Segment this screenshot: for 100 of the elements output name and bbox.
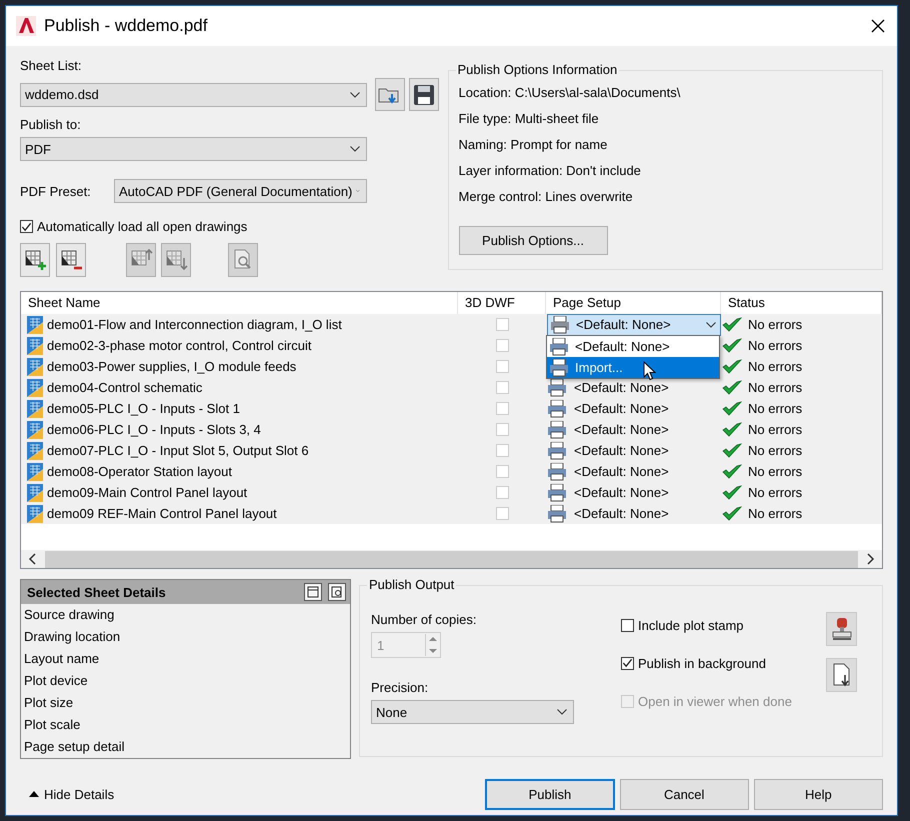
hide-details-link[interactable]: Hide Details [29,786,480,802]
info-line: Naming: Prompt for name [458,137,608,154]
status-text: No errors [748,380,802,395]
checkmark-icon [722,338,742,354]
group-title: Publish Output [367,577,456,592]
menu-item[interactable]: <Default: None> [547,336,719,357]
load-sheet-list-button[interactable] [375,78,405,111]
stamp-icon [830,617,852,641]
sheet-name: demo07-PLC I_O - Input Slot 5, Output Slot 6 [47,443,309,458]
info-line: File type: Multi-sheet file [458,111,599,128]
sheet-icon [27,316,43,334]
printer-icon [547,442,567,460]
scrollbar-thumb[interactable] [45,550,858,568]
sheet-name: demo03-Power supplies, I_O module feeds [47,359,296,374]
chevron-down-icon [557,709,567,715]
remove-sheet-icon [59,248,83,272]
sheet-icon [27,484,43,502]
status-text: No errors [748,359,802,374]
sheet-icon [27,462,43,480]
status-text: No errors [748,422,802,437]
sheet-name: demo04-Control schematic [47,380,202,395]
checkmark-icon [722,422,742,438]
page-setup-name: <Default: None> [574,401,669,416]
page-setup-name: <Default: None> [574,464,669,479]
status-text: No errors [748,317,802,332]
page-setup-dropdown[interactable]: <Default: None> [547,314,721,336]
app-logo-icon [16,16,36,36]
checkmark-icon [722,400,742,416]
group-title: Publish Options Information [456,62,620,77]
status-text: No errors [748,464,802,479]
save-button[interactable] [409,78,439,111]
help-button[interactable]: Help [754,778,883,810]
close-icon[interactable] [871,19,885,33]
save-icon [413,84,435,106]
checkmark-icon [722,380,742,396]
detail-label: Drawing location [23,628,122,646]
info-line: Location: C:\Users\al-sala\Documents\ [458,85,680,102]
sheet-list-dropdown[interactable]: wddemo.dsd [20,82,367,106]
field-label: Publish to: [20,117,82,132]
background-publish-button[interactable] [826,658,857,692]
plot-stamp-button[interactable] [826,612,857,646]
preview-icon[interactable] [328,583,346,601]
sheet-icon [27,378,43,396]
window-icon[interactable] [304,583,322,601]
detail-label: Source drawing [23,606,116,624]
printer-icon [547,462,567,480]
page-setup-name: <Default: None> [574,443,669,458]
detail-label: Plot scale [23,716,82,734]
field-label: Number of copies: [371,612,478,627]
sheet-icon [27,358,43,376]
checkbox[interactable] [20,220,33,233]
sheet-name: demo09 REF-Main Control Panel layout [47,506,277,521]
sheet-icon [27,420,43,438]
pdf-preset-dropdown[interactable]: AutoCAD PDF (General Documentation) [114,179,367,203]
checkbox[interactable] [621,656,634,670]
window-title: Publish - wddemo.pdf [44,16,208,36]
field-label: Precision: [371,680,430,695]
publish-button[interactable]: Publish [485,778,615,810]
document-download-icon [830,663,852,687]
printer-icon [547,400,567,418]
cancel-button[interactable]: Cancel [620,778,749,810]
checkmark-icon [722,316,742,332]
triangle-up-icon [29,791,39,797]
add-sheet-icon [23,248,47,272]
page-setup-name: <Default: None> [574,485,669,500]
status-text: No errors [748,401,802,416]
add-sheets-button[interactable] [20,243,50,277]
status-text: No errors [748,338,802,353]
detail-label: Plot device [23,672,89,690]
panel-title: Selected Sheet Details [27,584,167,600]
info-line: Merge control: Lines overwrite [458,189,633,206]
checkbox-label: Publish in background [638,656,766,670]
precision-dropdown[interactable]: None [371,700,574,724]
publish-to-dropdown[interactable]: PDF [20,137,367,161]
remove-sheets-button[interactable] [56,243,86,277]
page-setup-name: <Default: None> [574,506,669,521]
printer-icon [547,420,567,438]
move-down-icon [164,248,188,272]
publish-options-button[interactable]: Publish Options... [458,226,608,255]
sheet-name: demo05-PLC I_O - Inputs - Slot 1 [47,401,240,416]
sheet-name: demo01-Flow and Interconnection diagram, I_O list [47,317,342,332]
sheet-name: demo02-3-phase motor control, Control circuit [47,338,312,353]
status-text: No errors [748,506,802,521]
field-label: PDF Preset: [20,184,92,198]
sheet-name: demo08-Operator Station layout [47,464,232,479]
checkbox-label: Include plot stamp [638,618,744,632]
sheet-icon [27,336,43,354]
status-text: No errors [748,485,802,500]
detail-label: Page setup detail [23,738,126,756]
printer-icon [547,504,567,522]
sheet-icon [27,442,43,460]
page-setup-name: <Default: None> [574,380,669,395]
info-line: Layer information: Don't include [458,163,641,180]
checkbox[interactable] [621,618,634,632]
detail-label: Plot size [23,694,74,712]
checkmark-icon [722,442,742,458]
chevron-down-icon [350,146,360,152]
menu-item[interactable]: Import... [547,357,719,378]
checkmark-icon [722,506,742,522]
page-setup-name: <Default: None> [574,422,669,437]
